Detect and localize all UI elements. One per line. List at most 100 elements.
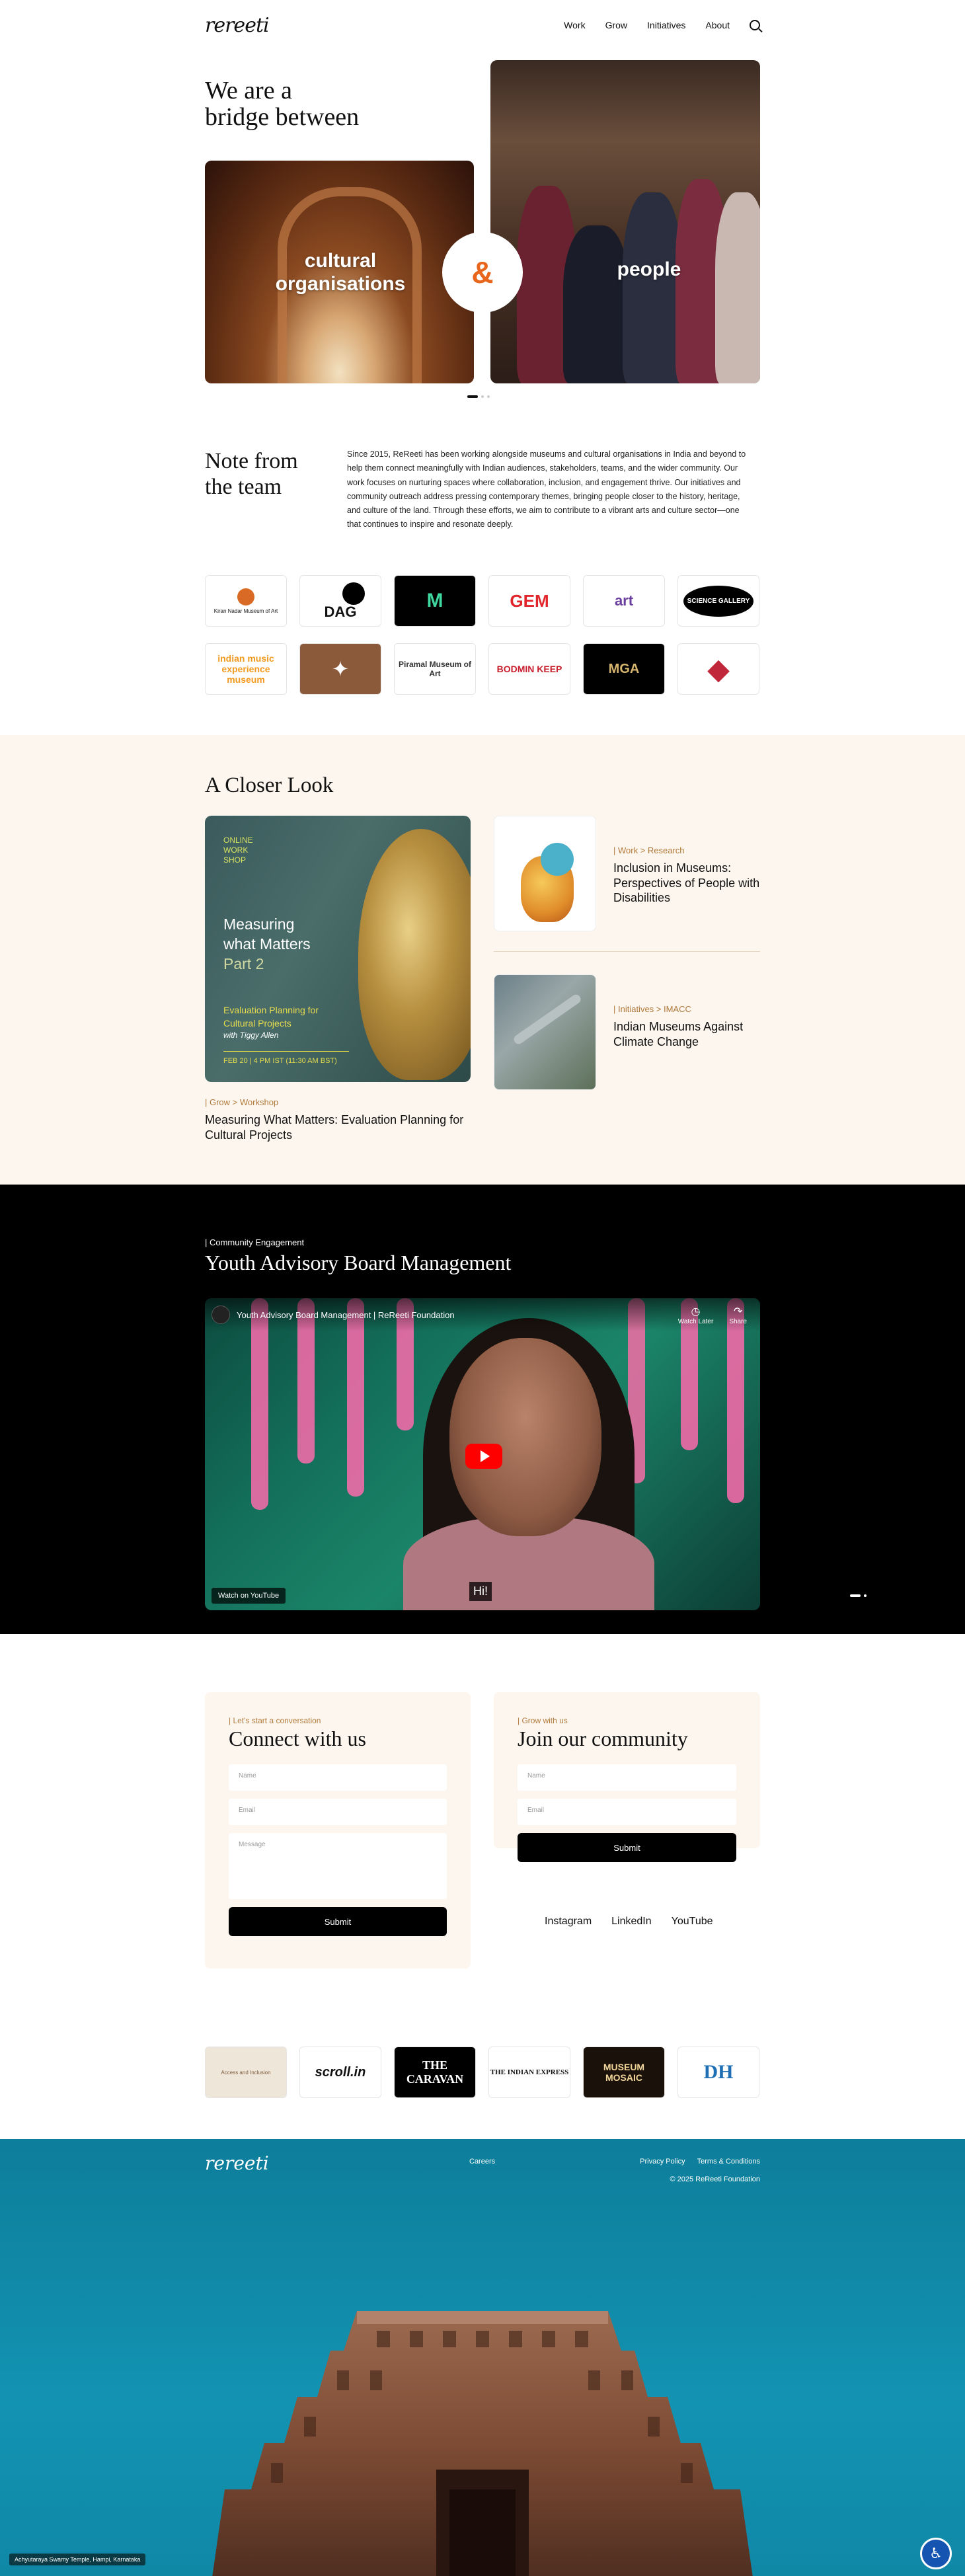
closer-look-section: A Closer Look ONLINE WORK SHOP Measuring… (0, 735, 965, 1185)
press-logo[interactable]: scroll.in (299, 2047, 381, 2098)
community-email-field[interactable]: Email (518, 1799, 736, 1825)
youth-title: Youth Advisory Board Management (205, 1251, 512, 1274)
nav-about[interactable]: About (705, 20, 730, 30)
feature-subtitle-line: Evaluation Planning for (223, 1005, 319, 1015)
connect-message-field[interactable]: Message (229, 1833, 447, 1899)
partner-logo[interactable]: Kiran Nadar Museum of Art (205, 575, 287, 627)
press-logo[interactable]: THE CARAVAN (394, 2047, 476, 2098)
partner-logo[interactable]: Piramal Museum of Art (394, 643, 476, 695)
article-thumbnail (494, 974, 596, 1090)
partner-logo-text: art (614, 592, 634, 609)
ampersand-badge: & (442, 232, 523, 313)
site-footer: rereeti Careers Privacy Policy Terms & C… (0, 2139, 965, 2576)
partner-logo[interactable]: MGA (583, 643, 665, 695)
privacy-link[interactable]: Privacy Policy (640, 2158, 685, 2166)
partner-logo[interactable]: indian music experience museum (205, 643, 287, 695)
connect-name-field[interactable]: Name (229, 1764, 447, 1791)
article-tag[interactable]: | Initiatives > IMACC (613, 1004, 760, 1014)
connect-title: Connect with us (229, 1727, 366, 1750)
video-topbar: Youth Advisory Board Management | ReReet… (205, 1298, 760, 1331)
feature-heading-line: what Matters (223, 935, 311, 953)
site-header: rereeti Work Grow Initiatives About (205, 12, 760, 38)
hero-image-cultural[interactable]: cultural organisations (205, 161, 474, 383)
play-button[interactable] (465, 1444, 502, 1469)
linkedin-link[interactable]: LinkedIn (611, 1916, 652, 1928)
nav-grow[interactable]: Grow (605, 20, 627, 30)
site-logo[interactable]: rereeti (205, 14, 270, 37)
feature-heading: Measuring what Matters Part 2 (223, 915, 311, 974)
youtube-link[interactable]: YouTube (672, 1916, 713, 1928)
feature-date: FEB 20 | 4 PM IST (11:30 AM BST) (223, 1051, 349, 1065)
channel-avatar[interactable] (212, 1306, 230, 1324)
partner-logo-text: ◆ (707, 652, 730, 685)
press-logo[interactable]: MUSEUM MOSAIC (583, 2047, 665, 2098)
hero-left-label: cultural organisations (275, 250, 406, 295)
instagram-link[interactable]: Instagram (545, 1916, 592, 1928)
hero-image-people[interactable]: people (490, 60, 760, 383)
press-logo[interactable]: Access and Inclusion (205, 2047, 287, 2098)
partner-logo[interactable]: ✦ (299, 643, 381, 695)
watch-later-button[interactable]: ◷ Watch Later (678, 1305, 714, 1325)
hero-carousel-dots[interactable] (467, 395, 490, 398)
partner-logo-text: M (426, 590, 444, 611)
partner-logo-text: DAG (324, 604, 357, 620)
note-body: Since 2015, ReReeti has been working alo… (347, 449, 746, 529)
terms-link[interactable]: Terms & Conditions (697, 2158, 760, 2166)
youth-tag[interactable]: | Community Engagement (205, 1237, 304, 1247)
clock-icon: ◷ (691, 1306, 701, 1317)
video-subtitle: Hi! (469, 1582, 492, 1601)
footer-logo[interactable]: rereeti (205, 2152, 269, 2174)
feature-tag[interactable]: | Grow > Workshop (205, 1097, 469, 1107)
video-title[interactable]: Youth Advisory Board Management | ReReet… (237, 1310, 455, 1320)
partner-logo-text: ✦ (331, 657, 350, 681)
page: rereeti Work Grow Initiatives About We a… (0, 0, 965, 2576)
search-icon[interactable] (750, 20, 760, 30)
watch-on-youtube[interactable]: Watch on YouTube (212, 1588, 286, 1604)
article-thumbnail (494, 816, 596, 931)
hero-right-label: people (617, 258, 681, 280)
press-logo[interactable]: DH (677, 2047, 759, 2098)
partner-logo-text: MGA (608, 661, 640, 676)
careers-link[interactable]: Careers (469, 2158, 495, 2166)
temple-image (212, 2311, 753, 2576)
video-carousel-dots[interactable] (850, 1594, 867, 1597)
connect-email-field[interactable]: Email (229, 1799, 447, 1825)
partner-logo[interactable]: SCIENCE GALLERY (677, 575, 759, 627)
partner-logo[interactable]: DAG (299, 575, 381, 627)
partner-logo[interactable]: BODMIN KEEP (488, 643, 570, 695)
article-headline[interactable]: Inclusion in Museums: Perspectives of Pe… (613, 861, 760, 906)
partner-logo[interactable]: ◆ (677, 643, 759, 695)
nav-initiatives[interactable]: Initiatives (647, 20, 685, 30)
article-headline[interactable]: Indian Museums Against Climate Change (613, 1019, 760, 1049)
footer-links: Privacy Policy Terms & Conditions (640, 2158, 760, 2166)
partner-logo[interactable]: M (394, 575, 476, 627)
share-icon: ↷ (733, 1306, 743, 1317)
article-card[interactable]: | Work > Research Inclusion in Museums: … (494, 816, 760, 931)
feature-caption: | Grow > Workshop Measuring What Matters… (205, 1097, 469, 1144)
hero-title: We are a bridge between (205, 77, 359, 131)
note-title: Note from the team (205, 448, 298, 500)
article-card[interactable]: | Initiatives > IMACC Indian Museums Aga… (494, 974, 760, 1090)
watch-later-label: Watch Later (677, 1318, 714, 1325)
partner-logo[interactable]: art (583, 575, 665, 627)
article-divider (494, 951, 760, 952)
article-tag[interactable]: | Work > Research (613, 845, 760, 855)
nav-work[interactable]: Work (564, 20, 585, 30)
community-tag: | Grow with us (518, 1716, 568, 1725)
feature-subtitle: Evaluation Planning for Cultural Project… (223, 1004, 319, 1041)
community-submit-button[interactable]: Submit (518, 1833, 736, 1862)
feature-headline[interactable]: Measuring What Matters: Evaluation Plann… (205, 1112, 469, 1144)
connect-submit-button[interactable]: Submit (229, 1907, 447, 1936)
press-logo[interactable]: THE INDIAN EXPRESS (488, 2047, 570, 2098)
feature-workshop-label: ONLINE WORK SHOP (223, 836, 253, 865)
partner-logo-text: Kiran Nadar Museum of Art (213, 607, 278, 614)
feature-small-line: ONLINE (223, 836, 253, 845)
feature-heading-line: Measuring (223, 916, 295, 933)
feature-card-image[interactable]: ONLINE WORK SHOP Measuring what Matters … (205, 816, 471, 1082)
accessibility-icon[interactable]: ♿ (920, 2538, 952, 2569)
partner-logo-text: SCIENCE GALLERY (683, 585, 754, 617)
community-name-field[interactable]: Name (518, 1764, 736, 1791)
share-button[interactable]: ↷ Share (729, 1305, 747, 1325)
video-player[interactable]: Youth Advisory Board Management | ReReet… (205, 1298, 760, 1610)
partner-logo[interactable]: GEM (488, 575, 570, 627)
